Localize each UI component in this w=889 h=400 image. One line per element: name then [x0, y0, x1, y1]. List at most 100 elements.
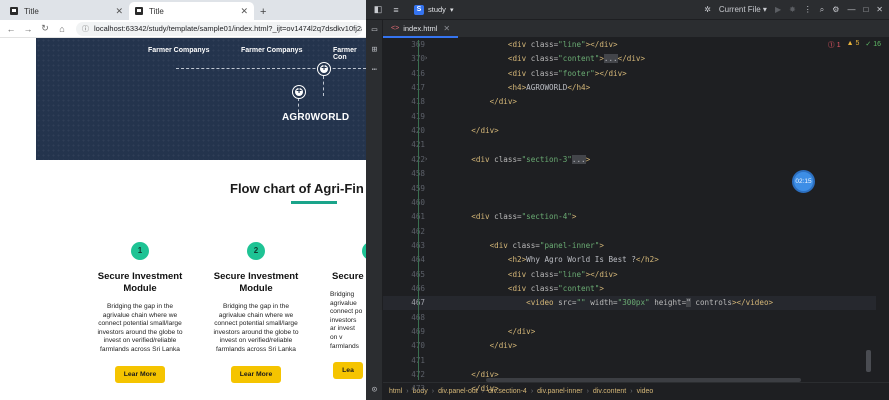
- code-token: ></div>: [594, 68, 627, 78]
- code-token: ></div>: [585, 269, 618, 279]
- code-line[interactable]: <div class="line"></div>: [453, 40, 618, 49]
- floating-timer-badge[interactable]: 02:15: [792, 170, 815, 193]
- feature-card: 1 Secure Investment Module Bridging the …: [90, 242, 190, 383]
- connector-line: [176, 68, 366, 69]
- code-token: <h4>: [507, 83, 527, 93]
- project-folder-icon[interactable]: ▭: [366, 20, 383, 40]
- minimize-icon[interactable]: —: [847, 5, 855, 14]
- code-line[interactable]: </div>: [453, 370, 498, 379]
- code-token: AGROWORLD: [526, 83, 568, 93]
- chevron-down-icon[interactable]: ▾: [450, 6, 454, 14]
- code-token: <div: [507, 40, 531, 49]
- code-line[interactable]: </div>: [453, 126, 498, 135]
- code-line[interactable]: <div class="content">...</div>: [453, 54, 646, 64]
- plus-circle-icon: +: [293, 86, 305, 98]
- code-token: <div: [507, 269, 531, 279]
- close-icon[interactable]: ✕: [115, 6, 123, 17]
- code-token: "": [576, 298, 591, 308]
- code-token: </div>: [489, 341, 518, 351]
- feature-card: 2 Secure Investment Module Bridging the …: [206, 242, 306, 383]
- terminal-icon[interactable]: ⊙: [366, 380, 383, 400]
- breadcrumb-item[interactable]: div.content: [593, 388, 626, 395]
- home-icon[interactable]: ⌂: [55, 24, 69, 34]
- breadcrumb-item[interactable]: div.panel-inner: [537, 388, 582, 395]
- code-token: <div: [507, 283, 531, 293]
- code-line[interactable]: </div>: [453, 327, 535, 336]
- code-line[interactable]: <div class="section-4">: [453, 212, 576, 221]
- card-title: Secure Investment Module: [213, 271, 299, 294]
- forward-arrow-icon[interactable]: →: [21, 24, 35, 34]
- new-tab-button[interactable]: +: [254, 6, 272, 20]
- code-token: ...: [571, 154, 586, 164]
- run-config-label: Current File: [718, 5, 761, 14]
- step-number-badge: 2: [247, 242, 265, 260]
- code-token: ></div>: [585, 40, 618, 49]
- code-line[interactable]: <div class="panel-inner">: [453, 241, 604, 250]
- structure-icon[interactable]: ⊞: [366, 40, 383, 60]
- browser-tab-label: Title: [24, 6, 39, 16]
- code-line[interactable]: <h4>AGROWORLD</h4>: [453, 83, 590, 92]
- run-config-selector[interactable]: Current File ▾: [719, 5, 767, 14]
- inspection-widget[interactable]: ⓵ 1 ▲ 5 ✓ 16: [828, 40, 881, 50]
- site-info-icon[interactable]: ⓘ: [82, 24, 89, 34]
- code-token: class=: [494, 212, 522, 222]
- run-icon[interactable]: ▶: [775, 5, 781, 14]
- learn-more-button[interactable]: Lear More: [114, 365, 166, 383]
- code-line[interactable]: <div class="section-3"...>: [453, 154, 590, 164]
- vertical-scrollbar[interactable]: [866, 350, 871, 372]
- debug-icon[interactable]: ✸: [789, 5, 796, 14]
- debug-bug-icon[interactable]: ✲: [704, 5, 711, 14]
- learn-more-button[interactable]: Lea: [333, 362, 363, 380]
- code-line[interactable]: </div>: [453, 97, 517, 106]
- browser-tab-1[interactable]: Title ✕: [4, 2, 129, 20]
- code-line[interactable]: </div>: [453, 341, 517, 350]
- main-menu-icon[interactable]: ≡: [390, 5, 402, 15]
- close-window-icon[interactable]: ✕: [876, 5, 883, 14]
- close-icon[interactable]: ✕: [443, 24, 450, 33]
- page-favicon-icon: [10, 7, 18, 15]
- screen: Title ✕ Title ✕ + ← → ↻ ⌂ ⓘ localhost:63…: [0, 0, 889, 400]
- code-line[interactable]: <video src="" width="300px" height=" con…: [453, 298, 774, 308]
- code-line[interactable]: <div class="line"></div>: [453, 270, 618, 279]
- code-line[interactable]: <h2>Why Agro World Is Best ?</h2>: [453, 255, 659, 264]
- fold-chevron-icon[interactable]: ›: [424, 155, 428, 163]
- page-favicon-icon: [135, 7, 143, 15]
- reload-icon[interactable]: ↻: [38, 23, 52, 34]
- browser-tab-label: Title: [149, 6, 164, 16]
- more-actions-icon[interactable]: ⋮: [804, 5, 812, 14]
- learn-more-button[interactable]: Lear More: [230, 365, 282, 383]
- fold-chevron-icon[interactable]: ›: [424, 54, 428, 62]
- code-token: controls: [690, 298, 732, 308]
- maximize-icon[interactable]: □: [863, 5, 868, 14]
- search-icon[interactable]: ⌕: [820, 5, 824, 15]
- settings-gear-icon[interactable]: ⚙: [832, 5, 839, 14]
- breadcrumb-item[interactable]: video: [637, 388, 654, 395]
- code-line[interactable]: </div>: [453, 384, 498, 393]
- ide-title-bar: ◧ ≡ S study ▾ ✲ Current File ▾ ▶ ✸ ⋮ ⌕ ⚙…: [366, 0, 889, 20]
- tab-index-html[interactable]: <> index.html ✕: [383, 20, 459, 38]
- url-input[interactable]: ⓘ localhost:63342/study/template/sample0…: [76, 21, 362, 36]
- code-line[interactable]: <div class="footer"></div>: [453, 69, 627, 78]
- back-arrow-icon[interactable]: ←: [4, 24, 18, 34]
- code-token: "line": [558, 269, 586, 279]
- project-name[interactable]: study: [428, 5, 446, 14]
- code-token: ></video>: [731, 298, 774, 308]
- code-token: "line": [558, 40, 586, 49]
- code-token: class=: [530, 283, 559, 293]
- project-badge[interactable]: S: [414, 4, 424, 15]
- code-line[interactable]: <div class="content">: [453, 284, 604, 293]
- code-token: </div>: [617, 54, 646, 64]
- code-token: <div: [471, 212, 495, 222]
- code-token: <h2>: [507, 255, 527, 265]
- browser-tab-2[interactable]: Title ✕: [129, 2, 254, 20]
- code-token: "section-3": [521, 154, 572, 164]
- close-icon[interactable]: ✕: [240, 6, 248, 17]
- more-tools-icon[interactable]: ⋯: [366, 60, 383, 80]
